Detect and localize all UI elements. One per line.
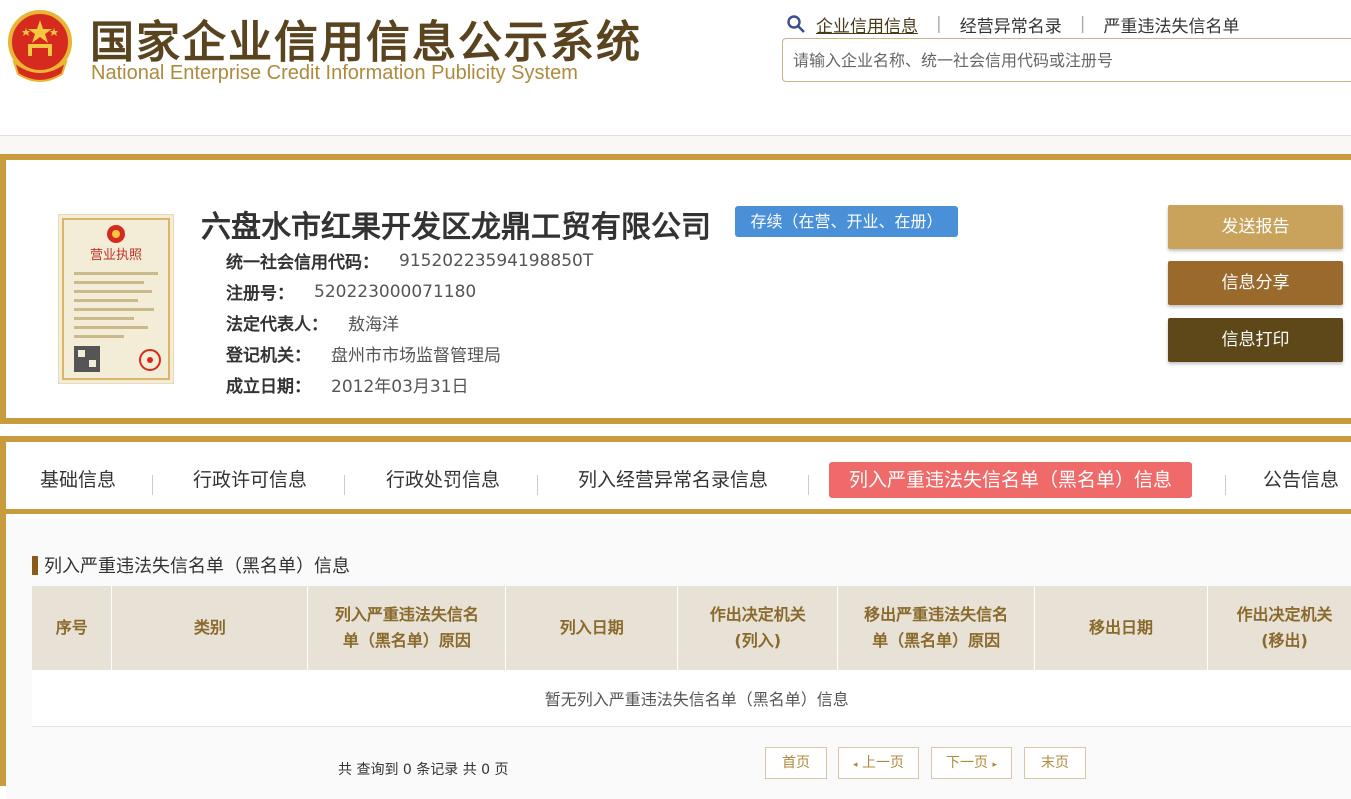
blacklist-table: 序号 类别 列入严重违法失信名 单（黑名单）原因 列入日期 作出决定机关 (列入) … — [32, 586, 1351, 727]
pager-prev-button[interactable]: ◂ 上一页 — [838, 747, 919, 779]
top-nav: 企业信用信息 | 经营异常名录 | 严重违法失信名单 — [786, 12, 1239, 37]
info-label: 注册号： — [226, 284, 294, 304]
tab-bar: 基础信息 行政许可信息 行政处罚信息 列入经营异常名录信息 列入严重违法失信名单… — [6, 442, 1351, 514]
nav-blacklist[interactable]: 严重违法失信名单 — [1103, 12, 1239, 37]
info-legal-rep: 法定代表人： 敖海洋 — [226, 310, 399, 335]
info-reg-number: 注册号： 520223000071180 — [226, 279, 477, 305]
license-title-text: 营业执照 — [90, 248, 142, 263]
col-header-text: 单（黑名单）原因 — [872, 631, 1001, 650]
site-header: 国家企业信用信息公示系统 National Enterprise Credit … — [0, 0, 1351, 136]
blacklist-section: 列入严重违法失信名单（黑名单）信息 序号 类别 列入严重违法失信名 单（黑名单）原… — [6, 519, 1351, 799]
col-header-removed-authority: 作出决定机关 (移出) — [1207, 586, 1351, 670]
pager-prev-label: 上一页 — [861, 755, 904, 771]
info-founded-date: 成立日期： 2012年03月31日 — [226, 372, 469, 397]
business-license-image[interactable]: 营业执照 — [58, 214, 174, 384]
col-header-text: (列入) — [734, 631, 782, 650]
info-credit-code: 统一社会信用代码： 91520223594198850T — [226, 248, 594, 274]
col-header-text: 单（黑名单）原因 — [342, 631, 471, 650]
col-header-text: 列入严重违法失信名 — [334, 605, 479, 624]
section-title-text: 列入严重违法失信名单（黑名单）信息 — [44, 556, 350, 577]
search-box — [782, 38, 1351, 82]
send-report-button[interactable]: 发送报告 — [1168, 205, 1343, 249]
col-header-removed-reason: 移出严重违法失信名 单（黑名单）原因 — [837, 586, 1036, 670]
pager-first-button[interactable]: 首页 — [765, 747, 827, 779]
company-card: 营业执照 六盘水市红果开发区龙鼎工贸有限公司 存续（在营、开业、在册） 统一社会… — [0, 154, 1351, 424]
table-header-row: 序号 类别 列入严重违法失信名 单（黑名单）原因 列入日期 作出决定机关 (列入) … — [32, 586, 1351, 670]
national-emblem-icon — [8, 10, 72, 82]
col-header-listed-reason: 列入严重违法失信名 单（黑名单）原因 — [307, 586, 507, 670]
tab-announcements[interactable]: 公告信息 — [1263, 462, 1339, 498]
pager-next-label: 下一页 — [946, 755, 988, 771]
pager-info: 共 查询到 0 条记录 共 0 页 — [338, 762, 509, 778]
chevron-left-icon: ◂ — [853, 760, 858, 770]
tab-admin-license[interactable]: 行政许可信息 — [193, 462, 307, 498]
tab-abnormal-list[interactable]: 列入经营异常名录信息 — [578, 462, 768, 498]
status-badge: 存续（在营、开业、在册） — [735, 206, 958, 237]
nav-abnormal-list[interactable]: 经营异常名录 — [960, 12, 1062, 37]
site-title-en: National Enterprise Credit Information P… — [91, 62, 578, 84]
tab-blacklist[interactable]: 列入严重违法失信名单（黑名单）信息 — [829, 462, 1193, 498]
empty-message: 暂无列入严重违法失信名单（黑名单）信息 — [32, 670, 1351, 727]
nav-separator: | — [1079, 14, 1086, 34]
search-input[interactable] — [783, 39, 1351, 81]
tab-separator — [152, 475, 153, 495]
info-value: 盘州市市场监督管理局 — [331, 346, 501, 366]
col-header-text: 移出日期 — [1089, 618, 1154, 637]
col-header-text: 作出决定机关 — [1236, 605, 1333, 624]
col-header-text: 移出严重违法失信名 — [864, 605, 1009, 624]
info-label: 登记机关： — [226, 346, 311, 366]
nav-enterprise-credit[interactable]: 企业信用信息 — [816, 12, 918, 37]
col-header-removed-date: 移出日期 — [1034, 586, 1209, 670]
chevron-right-icon: ▸ — [992, 760, 997, 770]
print-info-button[interactable]: 信息打印 — [1168, 318, 1343, 362]
search-icon[interactable] — [786, 14, 806, 34]
tab-separator — [344, 475, 345, 495]
col-header-text: 作出决定机关 — [709, 605, 806, 624]
col-header-listed-authority: 作出决定机关 (列入) — [677, 586, 839, 670]
col-header-category: 类别 — [111, 586, 309, 670]
nav-separator: | — [936, 14, 942, 34]
section-title: 列入严重违法失信名单（黑名单）信息 — [32, 552, 350, 578]
site-title-cn: 国家企业信用信息公示系统 — [90, 17, 642, 68]
info-value: 520223000071180 — [314, 281, 477, 302]
header-strip — [0, 136, 1351, 154]
col-header-text: (移出) — [1261, 631, 1308, 650]
info-reg-authority: 登记机关： 盘州市市场监督管理局 — [226, 341, 501, 366]
tab-separator — [537, 475, 538, 495]
share-info-button[interactable]: 信息分享 — [1168, 261, 1343, 305]
table-row: 暂无列入严重违法失信名单（黑名单）信息 — [32, 670, 1351, 727]
info-value: 91520223594198850T — [399, 250, 594, 271]
col-header-listed-date: 列入日期 — [505, 586, 679, 670]
info-label: 统一社会信用代码： — [226, 253, 379, 273]
tab-separator — [808, 475, 809, 495]
pager-next-button[interactable]: 下一页 ▸ — [931, 747, 1012, 779]
info-value: 敖海洋 — [348, 315, 399, 335]
info-label: 成立日期： — [226, 377, 311, 397]
pager-last-button[interactable]: 末页 — [1024, 747, 1086, 779]
tab-separator — [1225, 475, 1226, 495]
tab-basic-info[interactable]: 基础信息 — [40, 462, 116, 498]
detail-panel: 基础信息 行政许可信息 行政处罚信息 列入经营异常名录信息 列入严重违法失信名单… — [0, 436, 1351, 799]
info-label: 法定代表人： — [226, 315, 328, 335]
col-header-text: 类别 — [193, 618, 226, 637]
tab-admin-penalty[interactable]: 行政处罚信息 — [386, 462, 500, 498]
col-header-text: 列入日期 — [559, 618, 624, 637]
company-name: 六盘水市红果开发区龙鼎工贸有限公司 — [201, 210, 711, 245]
col-header-index: 序号 — [32, 586, 113, 670]
info-value: 2012年03月31日 — [331, 377, 469, 397]
section-title-bar — [32, 555, 38, 575]
col-header-text: 序号 — [55, 618, 88, 637]
